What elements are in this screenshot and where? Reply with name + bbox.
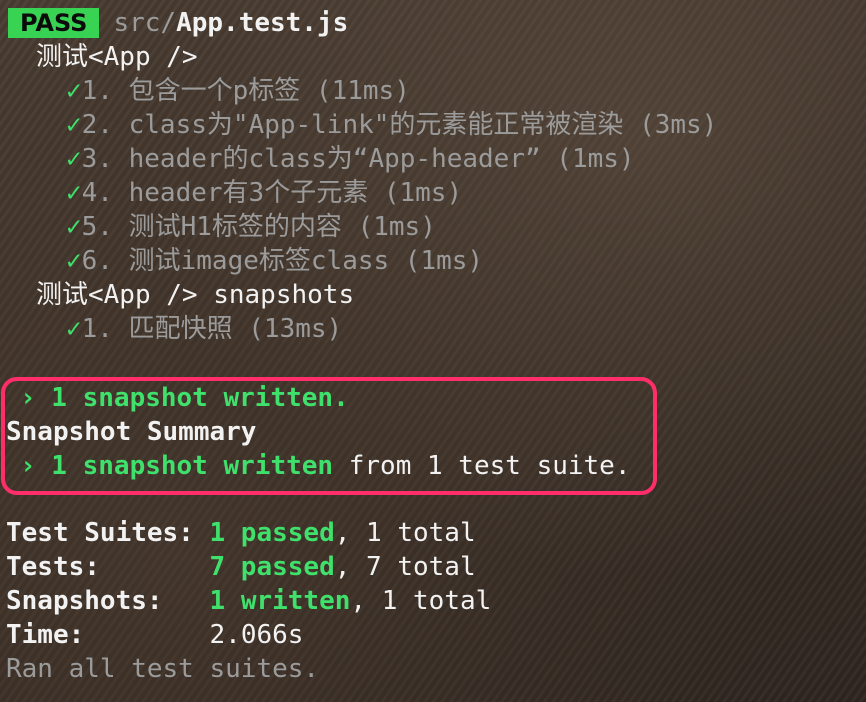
snapshot-written-line: › 1 snapshot written.: [20, 383, 349, 413]
summary-tests: Tests: 7 passed, 7 total: [6, 550, 476, 584]
summary-passed: 1 passed: [209, 518, 335, 548]
test-label: 6. 测试image标签class (1ms): [81, 246, 484, 276]
test-label: 4. header有3个子元素 (1ms): [81, 178, 463, 208]
summary-total: , 7 total: [334, 552, 476, 582]
summary-label: Snapshots:: [6, 586, 163, 616]
snapshot-suite-text: from 1 test suite.: [333, 451, 631, 481]
check-icon: ✓: [66, 144, 82, 174]
test-result-row: ✓3. header的class为“App-header” (1ms): [66, 142, 635, 176]
test-result-row: ✓6. 测试image标签class (1ms): [66, 244, 483, 278]
summary-label: Tests:: [6, 552, 100, 582]
test-result-row: ✓4. header有3个子元素 (1ms): [66, 176, 462, 210]
test-result-row: ✓1. 包含一个p标签 (11ms): [66, 74, 410, 108]
summary-snapshots: Snapshots: 1 written, 1 total: [6, 584, 491, 618]
check-icon: ✓: [66, 246, 82, 276]
test-label: 2. class为"App-link"的元素能正常被渲染 (3ms): [81, 110, 718, 140]
test-file-header: PASS src/App.test.js: [0, 6, 348, 40]
test-result-row: ✓1. 匹配快照 (13ms): [66, 312, 342, 346]
summary-time-value: 2.066s: [209, 620, 304, 650]
check-icon: ✓: [66, 76, 82, 106]
summary-test-suites: Test Suites: 1 passed, 1 total: [6, 516, 476, 550]
check-icon: ✓: [66, 212, 82, 242]
test-label: 1. 匹配快照 (13ms): [81, 314, 343, 344]
test-label: 5. 测试H1标签的内容 (1ms): [81, 212, 436, 242]
summary-total: , 1 total: [334, 518, 476, 548]
test-result-row: ✓2. class为"App-link"的元素能正常被渲染 (3ms): [66, 108, 717, 142]
snapshot-written-count: › 1 snapshot written: [20, 451, 334, 481]
summary-passed: 7 passed: [209, 552, 335, 582]
terminal-output: PASS src/App.test.js 测试<App /> ✓1. 包含一个p标…: [0, 0, 866, 702]
summary-total: , 1 total: [350, 586, 492, 616]
test-label: 1. 包含一个p标签 (11ms): [81, 76, 410, 106]
check-icon: ✓: [66, 314, 82, 344]
test-file-dir: src/: [113, 8, 177, 38]
test-file-name: App.test.js: [176, 8, 349, 38]
snapshot-summary-line: › 1 snapshot written from 1 test suite.: [20, 449, 631, 483]
summary-label: Test Suites:: [6, 518, 194, 548]
suite-title: 测试<App /> snapshots: [36, 280, 355, 310]
test-result-row: ✓5. 测试H1标签的内容 (1ms): [66, 210, 436, 244]
test-label: 3. header的class为“App-header” (1ms): [81, 144, 635, 174]
ran-all-suites: Ran all test suites.: [6, 654, 320, 684]
summary-time: Time: 2.066s: [6, 618, 303, 652]
snapshot-summary-title: Snapshot Summary: [6, 417, 257, 447]
check-icon: ✓: [66, 178, 82, 208]
summary-label: Time:: [6, 620, 85, 650]
summary-written: 1 written: [209, 586, 351, 616]
suite-title: 测试<App />: [36, 42, 198, 72]
check-icon: ✓: [66, 110, 82, 140]
pass-badge: PASS: [8, 8, 100, 38]
